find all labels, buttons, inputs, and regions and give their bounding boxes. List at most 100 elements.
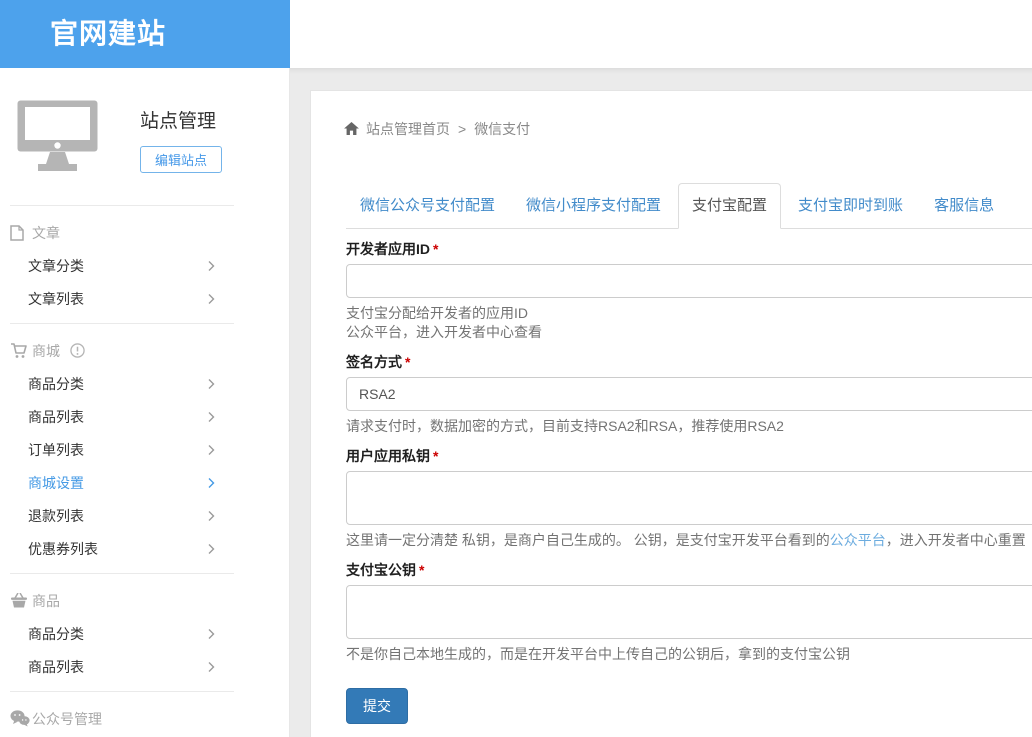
sidebar-item-mall-settings[interactable]: 商城设置: [0, 466, 289, 499]
required-mark: *: [405, 354, 410, 370]
home-icon: [344, 122, 359, 135]
tab-wechat-official-pay-config[interactable]: 微信公众号支付配置: [346, 183, 509, 229]
chevron-right-icon: [208, 293, 215, 304]
breadcrumb-home-link[interactable]: 站点管理首页: [366, 119, 450, 139]
app-title: 官网建站: [0, 0, 290, 68]
sidebar-item-product-list[interactable]: 商品列表: [0, 650, 289, 683]
sidebar-section-official-account[interactable]: 公众号管理: [0, 702, 289, 735]
developer-app-id-input[interactable]: [346, 264, 1032, 298]
breadcrumb-separator: >: [458, 121, 466, 137]
label-text: 开发者应用ID: [346, 241, 430, 257]
required-mark: *: [419, 562, 424, 578]
field-help: 这里请一定分清楚 私钥，是商户自己生成的。 公钥，是支付宝开发平台看到的公众平台…: [346, 531, 1032, 550]
wechat-icon: [10, 710, 32, 727]
help-line: 这里请一定分清楚 私钥，是商户自己生成的。 公钥，是支付宝开发平台看到的: [346, 532, 830, 548]
edit-site-button[interactable]: 编辑站点: [140, 146, 222, 173]
chevron-right-icon: [208, 411, 215, 422]
tab-wechat-miniprogram-pay-config[interactable]: 微信小程序支付配置: [512, 183, 675, 229]
section-label: 商品: [32, 591, 60, 611]
chevron-right-icon: [208, 510, 215, 521]
item-label: 商城设置: [28, 473, 84, 493]
item-label: 文章分类: [28, 256, 84, 276]
sidebar-item-refund-list[interactable]: 退款列表: [0, 499, 289, 532]
label-text: 用户应用私钥: [346, 448, 430, 464]
field-label: 支付宝公钥*: [346, 560, 1032, 580]
content-area: 站点管理首页 > 微信支付 微信公众号支付配置 微信小程序支付配置 支付宝配置 …: [290, 68, 1032, 737]
submit-button[interactable]: 提交: [346, 688, 408, 724]
help-line: 支付宝分配给开发者的应用ID: [346, 304, 1032, 323]
help-line: 请求支付时，数据加密的方式，目前支持RSA2和RSA，推荐使用RSA2: [346, 417, 1032, 436]
sidebar-item-article-list[interactable]: 文章列表: [0, 282, 289, 315]
help-line: 公众平台，进入开发者中心查看: [346, 323, 1032, 342]
site-block: 站点管理 编辑站点: [0, 68, 289, 197]
item-label: 优惠券列表: [28, 539, 98, 559]
sidebar-divider: [10, 573, 234, 574]
field-label: 开发者应用ID*: [346, 239, 1032, 259]
help-line: 不是你自己本地生成的，而是在开发平台中上传自己的公钥后，拿到的支付宝公钥: [346, 645, 1032, 664]
content-panel: 站点管理首页 > 微信支付 微信公众号支付配置 微信小程序支付配置 支付宝配置 …: [310, 90, 1032, 737]
chevron-right-icon: [208, 628, 215, 639]
sidebar-item-goods-list[interactable]: 商品列表: [0, 400, 289, 433]
user-private-key-textarea[interactable]: [346, 471, 1032, 525]
tab-customer-service-info[interactable]: 客服信息: [920, 183, 1008, 229]
item-label: 退款列表: [28, 506, 84, 526]
tab-alipay-instant-payment[interactable]: 支付宝即时到账: [784, 183, 917, 229]
alipay-public-key-textarea[interactable]: [346, 585, 1032, 639]
chevron-right-icon: [208, 661, 215, 672]
sidebar-item-coupon-list[interactable]: 优惠券列表: [0, 532, 289, 565]
sidebar-section-mall[interactable]: 商城: [0, 334, 289, 367]
chevron-right-icon: [208, 444, 215, 455]
article-icon: [10, 225, 32, 241]
field-help: 请求支付时，数据加密的方式，目前支持RSA2和RSA，推荐使用RSA2: [346, 417, 1032, 436]
help-line: ，进入开发者中心重置: [886, 532, 1026, 548]
sidebar-section-articles[interactable]: 文章: [0, 216, 289, 249]
sidebar-divider: [10, 205, 234, 206]
chevron-right-icon: [208, 378, 215, 389]
required-mark: *: [433, 241, 438, 257]
section-label: 公众号管理: [32, 709, 102, 729]
field-help: 支付宝分配给开发者的应用ID 公众平台，进入开发者中心查看: [346, 304, 1032, 342]
required-mark: *: [433, 448, 438, 464]
sidebar-item-product-categories[interactable]: 商品分类: [0, 617, 289, 650]
label-text: 支付宝公钥: [346, 562, 416, 578]
monitor-icon: [17, 100, 98, 177]
field-user-private-key: 用户应用私钥* 这里请一定分清楚 私钥，是商户自己生成的。 公钥，是支付宝开发平…: [346, 446, 1032, 550]
item-label: 商品分类: [28, 374, 84, 394]
sign-type-input[interactable]: [346, 377, 1032, 411]
sidebar-item-order-list[interactable]: 订单列表: [0, 433, 289, 466]
sidebar: 站点管理 编辑站点 文章 文章分类 文章列表 商城 商品分类 商品列表 订单列: [0, 68, 290, 737]
chevron-right-icon: [208, 477, 215, 488]
field-label: 签名方式*: [346, 352, 1032, 372]
label-text: 签名方式: [346, 354, 402, 370]
field-help: 不是你自己本地生成的，而是在开发平台中上传自己的公钥后，拿到的支付宝公钥: [346, 645, 1032, 664]
item-label: 文章列表: [28, 289, 84, 309]
tab-alipay-config[interactable]: 支付宝配置: [678, 183, 781, 229]
brand-bar: 官网建站: [0, 0, 290, 68]
sidebar-item-article-categories[interactable]: 文章分类: [0, 249, 289, 282]
sidebar-section-products[interactable]: 商品: [0, 584, 289, 617]
sidebar-item-goods-categories[interactable]: 商品分类: [0, 367, 289, 400]
field-label: 用户应用私钥*: [346, 446, 1032, 466]
alert-circle-icon: [70, 343, 85, 358]
item-label: 商品分类: [28, 624, 84, 644]
section-label: 商城: [32, 341, 60, 361]
basket-icon: [10, 593, 32, 608]
site-title: 站点管理: [140, 106, 216, 133]
sidebar-divider: [10, 691, 234, 692]
field-alipay-public-key: 支付宝公钥* 不是你自己本地生成的，而是在开发平台中上传自己的公钥后，拿到的支付…: [346, 560, 1032, 664]
chevron-right-icon: [208, 543, 215, 554]
field-developer-app-id: 开发者应用ID* 支付宝分配给开发者的应用ID 公众平台，进入开发者中心查看: [346, 239, 1032, 342]
sidebar-divider: [10, 323, 234, 324]
alipay-config-form: 开发者应用ID* 支付宝分配给开发者的应用ID 公众平台，进入开发者中心查看 签…: [346, 239, 1032, 724]
public-platform-link[interactable]: 公众平台: [830, 532, 886, 548]
breadcrumb: 站点管理首页 > 微信支付: [344, 119, 1032, 138]
breadcrumb-current: 微信支付: [474, 119, 530, 139]
cart-icon: [10, 343, 32, 359]
item-label: 订单列表: [28, 440, 84, 460]
item-label: 商品列表: [28, 407, 84, 427]
payment-config-tabs: 微信公众号支付配置 微信小程序支付配置 支付宝配置 支付宝即时到账 客服信息: [346, 183, 1032, 229]
chevron-right-icon: [208, 260, 215, 271]
item-label: 商品列表: [28, 657, 84, 677]
field-sign-type: 签名方式* 请求支付时，数据加密的方式，目前支持RSA2和RSA，推荐使用RSA…: [346, 352, 1032, 436]
section-label: 文章: [32, 223, 60, 243]
